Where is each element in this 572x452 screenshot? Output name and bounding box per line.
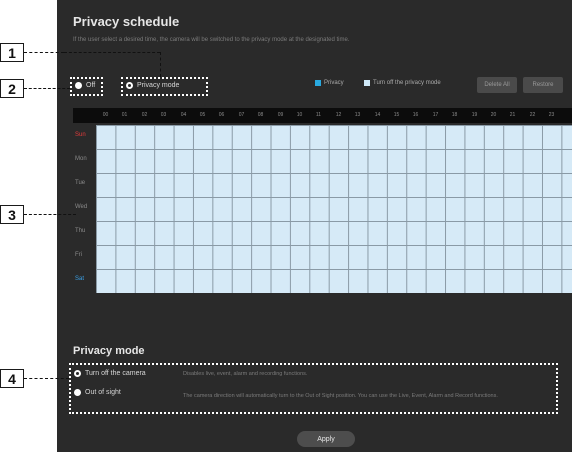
day-label-sun: Sun [75, 132, 86, 138]
hour-label: 23 [548, 112, 555, 118]
turn-off-camera-description: Disables live, event, alarm and recordin… [183, 371, 308, 377]
hour-label: 02 [141, 112, 148, 118]
callout-2-leader [24, 88, 70, 89]
hour-label: 13 [354, 112, 361, 118]
out-of-sight-description: The camera direction will automatically … [183, 393, 498, 399]
delete-all-button[interactable]: Delete All [477, 77, 517, 93]
out-of-sight-radio[interactable]: Out of sight [74, 389, 121, 396]
radio-dot-icon [75, 82, 82, 89]
hour-label: 09 [277, 112, 284, 118]
callout-1-leader-drop [160, 52, 161, 77]
hour-label: 19 [471, 112, 478, 118]
callout-2: 2 [0, 79, 24, 98]
hour-label: 07 [238, 112, 245, 118]
hour-label: 05 [199, 112, 206, 118]
callout-1: 1 [0, 43, 24, 62]
hour-label: 01 [121, 112, 128, 118]
hour-label: 17 [432, 112, 439, 118]
callout-1-leader [24, 52, 64, 53]
apply-button[interactable]: Apply [297, 431, 355, 447]
turn-off-camera-radio[interactable]: Turn off the camera [74, 370, 146, 377]
hour-label: 12 [335, 112, 342, 118]
turn-off-swatch-icon [364, 80, 370, 86]
out-of-sight-label: Out of sight [85, 389, 121, 396]
hour-label: 06 [218, 112, 225, 118]
hour-label: 08 [257, 112, 264, 118]
callout-4: 4 [0, 369, 24, 388]
turn-off-camera-label: Turn off the camera [85, 370, 146, 377]
radio-selected-icon [126, 82, 133, 89]
hour-label: 03 [160, 112, 167, 118]
hour-label: 16 [412, 112, 419, 118]
off-radio[interactable]: Off [75, 82, 95, 89]
hour-label: 10 [296, 112, 303, 118]
day-label-tue: Tue [75, 180, 86, 186]
page-description: If the user select a desired time, the c… [73, 37, 350, 43]
radio-selected-icon [74, 370, 81, 377]
hour-label: 15 [393, 112, 400, 118]
hour-label: 22 [529, 112, 536, 118]
privacy-mode-radio[interactable]: Privacy mode [126, 82, 179, 89]
day-label-sat: Sat [75, 276, 85, 282]
day-label-wed: Wed [75, 204, 88, 210]
hour-label: 00 [102, 112, 109, 118]
page-title: Privacy schedule [73, 14, 180, 29]
hour-label: 14 [374, 112, 381, 118]
callout-3: 3 [0, 205, 24, 224]
legend-privacy: Privacy [315, 80, 344, 86]
hour-label: 20 [490, 112, 497, 118]
hour-label: 11 [315, 112, 322, 118]
restore-button[interactable]: Restore [523, 77, 563, 93]
privacy-swatch-icon [315, 80, 321, 86]
privacy-mode-title: Privacy mode [73, 345, 145, 357]
legend-turn-off: Turn off the privacy mode [364, 80, 441, 86]
callout-3-leader [24, 214, 76, 215]
schedule-grid[interactable] [96, 125, 572, 293]
day-label-fri: Fri [75, 252, 82, 258]
off-label: Off [86, 82, 96, 89]
hour-label: 21 [509, 112, 516, 118]
day-label-mon: Mon [75, 156, 87, 162]
hour-header: 00 01 02 03 04 05 06 07 08 09 10 11 12 1… [73, 108, 572, 123]
callout-4-leader [24, 378, 69, 379]
callout-1-leader-ext [64, 52, 160, 53]
privacy-schedule-panel: Privacy schedule If the user select a de… [57, 0, 572, 452]
day-label-thu: Thu [75, 228, 86, 234]
privacy-mode-label: Privacy mode [137, 82, 180, 89]
radio-dot-icon [74, 389, 81, 396]
hour-label: 18 [451, 112, 458, 118]
hour-label: 04 [180, 112, 187, 118]
